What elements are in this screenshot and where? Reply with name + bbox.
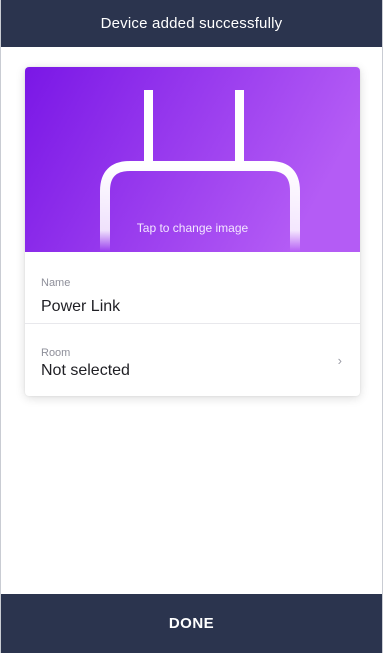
- top-bar: Device added successfully: [1, 0, 382, 47]
- room-selector[interactable]: Room Not selected ›: [25, 324, 360, 396]
- change-image-hint: Tap to change image: [136, 221, 249, 235]
- done-button-label: DONE: [168, 615, 215, 632]
- chevron-right-icon: ›: [337, 353, 342, 368]
- name-field[interactable]: Name Power Link: [25, 252, 360, 324]
- room-field-value: Not selected: [41, 362, 130, 379]
- done-button[interactable]: DONE: [1, 594, 382, 653]
- device-card: Tap to change image Name Power Link Room…: [25, 67, 360, 396]
- device-image[interactable]: Tap to change image: [25, 67, 360, 252]
- room-field-label: Room: [41, 347, 71, 359]
- name-field-label: Name: [41, 277, 71, 289]
- app-screen: Device added successfully Tap to change …: [0, 0, 383, 653]
- name-field-value: Power Link: [41, 298, 121, 315]
- page-title: Device added successfully: [100, 15, 283, 32]
